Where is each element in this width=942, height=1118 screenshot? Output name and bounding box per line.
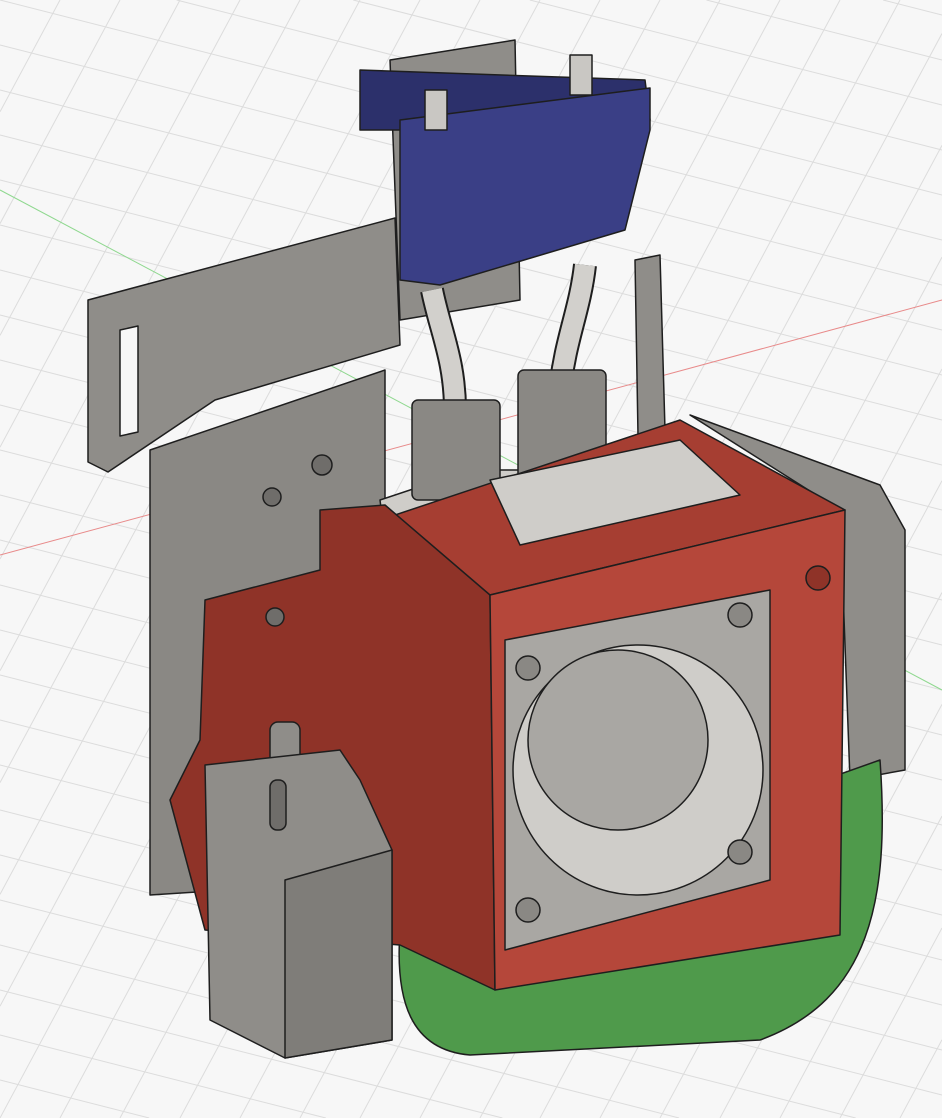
grid-line	[0, 1079, 150, 1118]
grid-line	[899, 1039, 942, 1118]
clamp-pin	[569, 54, 593, 96]
model-canvas[interactable]	[0, 0, 942, 1118]
clamp-pin	[424, 89, 448, 131]
grid-line	[0, 0, 61, 113]
endstop-switch-front[interactable]	[284, 849, 393, 1059]
plate-slot	[119, 325, 139, 437]
side-tab[interactable]	[634, 254, 666, 436]
grid-line	[0, 0, 121, 224]
fan-screw	[727, 839, 753, 865]
plate-hole	[262, 487, 282, 507]
fan-screw	[515, 655, 541, 681]
fan-screw	[515, 897, 541, 923]
grid-line	[883, 0, 942, 16]
fan-screw	[727, 602, 753, 628]
shroud-hole	[805, 565, 831, 591]
plate-hole	[311, 454, 333, 476]
cad-viewport[interactable]	[0, 0, 942, 1118]
plate-hole	[265, 607, 285, 627]
fan-hub	[527, 649, 709, 831]
switch-slot	[269, 779, 287, 831]
